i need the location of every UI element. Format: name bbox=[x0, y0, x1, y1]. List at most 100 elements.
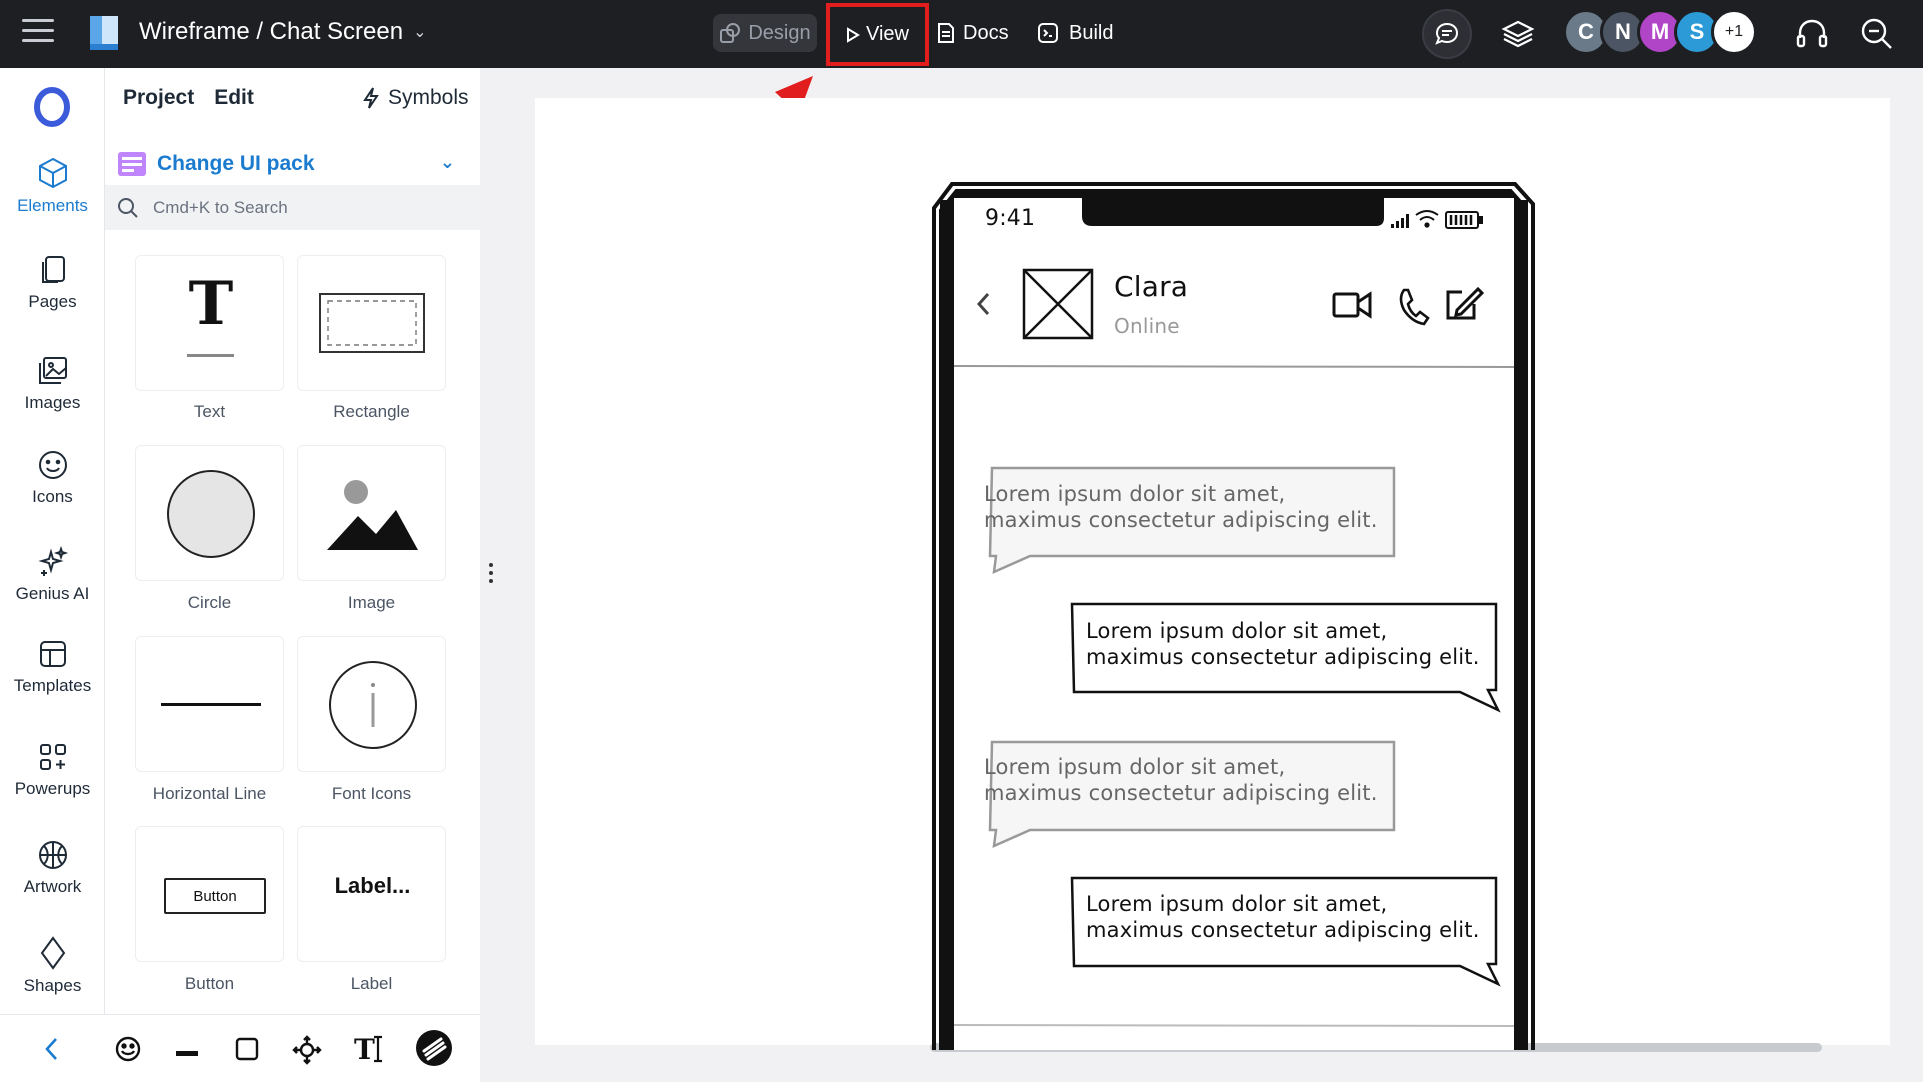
avatar-initial: S bbox=[1689, 19, 1705, 44]
lightning-icon bbox=[363, 87, 379, 109]
rail-item-label: Elements bbox=[17, 196, 88, 215]
comments-button[interactable] bbox=[1422, 9, 1472, 59]
powerups-icon bbox=[39, 744, 66, 770]
menu-icon[interactable] bbox=[22, 19, 54, 45]
image-element-icon bbox=[327, 480, 418, 550]
rail-item-pages[interactable]: Pages bbox=[0, 254, 105, 312]
avatar-initial: M bbox=[1650, 19, 1670, 44]
rail-item-powerups[interactable]: Powerups bbox=[0, 741, 105, 799]
horizontal-line-icon bbox=[161, 703, 261, 706]
tile-label: Rectangle bbox=[333, 402, 410, 421]
element-tile-circle[interactable] bbox=[135, 445, 284, 581]
rectangle-tool-icon[interactable] bbox=[233, 1035, 261, 1068]
avatar-initial: C bbox=[1578, 19, 1594, 44]
message-text: Lorem ipsum dolor sit amet, maximus cons… bbox=[984, 754, 1378, 806]
rail-item-label: Images bbox=[24, 393, 81, 412]
svg-text:T: T bbox=[189, 269, 234, 339]
rail-item-label: Genius AI bbox=[15, 584, 90, 603]
tab-project[interactable]: Project bbox=[123, 86, 194, 110]
zoom-search-icon[interactable] bbox=[1857, 14, 1897, 54]
sparkle-icon bbox=[37, 546, 68, 576]
text-element-icon: T bbox=[187, 269, 234, 357]
symbols-button[interactable]: Symbols bbox=[362, 86, 469, 110]
panel-tabs: Project Edit bbox=[123, 86, 254, 110]
element-tile-font-icons[interactable] bbox=[297, 636, 446, 772]
more-collaborators-count: +1 bbox=[1724, 23, 1744, 40]
contact-status: Online bbox=[1114, 314, 1180, 338]
tile-label: Label bbox=[350, 974, 393, 993]
elements-panel: Project Edit Symbols Change UI pack ⌄ Cm… bbox=[105, 68, 480, 1014]
collapse-panel-icon[interactable] bbox=[40, 1035, 64, 1068]
element-tile-text[interactable]: T bbox=[135, 255, 284, 391]
layers-icon[interactable] bbox=[1498, 14, 1538, 54]
contact-name: Clara bbox=[1114, 270, 1189, 303]
rail-item-label: Powerups bbox=[14, 779, 91, 798]
rail-item-elements[interactable]: Elements bbox=[0, 156, 105, 216]
rail-item-templates[interactable]: Templates bbox=[0, 638, 105, 696]
docs-mode-button[interactable]: Docs bbox=[937, 14, 1009, 52]
element-search-input[interactable]: Cmd+K to Search bbox=[105, 185, 480, 230]
emoji-tool-icon[interactable] bbox=[114, 1035, 142, 1068]
build-mode-label: Build bbox=[1069, 21, 1114, 44]
tile-label: Text bbox=[193, 402, 226, 421]
element-tile-label[interactable]: Label... bbox=[297, 826, 446, 962]
design-mode-button[interactable]: Design bbox=[713, 14, 817, 52]
more-collaborators-badge[interactable]: +1 bbox=[1711, 9, 1757, 55]
comment-icon bbox=[1435, 22, 1459, 45]
line-tool-icon[interactable] bbox=[174, 1045, 200, 1063]
artwork-icon bbox=[38, 841, 67, 869]
project-title[interactable]: Wireframe / Chat Screen ⌄ bbox=[139, 18, 427, 46]
symbols-label: Symbols bbox=[388, 86, 469, 109]
element-tile-button[interactable]: Button bbox=[135, 826, 284, 962]
label-preview: Label... bbox=[334, 873, 411, 898]
top-bar: Wireframe / Chat Screen ⌄ Design View Doc… bbox=[0, 0, 1923, 68]
design-shapes-icon bbox=[720, 23, 741, 43]
left-rail: Elements Pages Images Icons Genius AI Te… bbox=[0, 68, 105, 1014]
element-tile-horizontal-line[interactable] bbox=[135, 636, 284, 772]
rail-item-artwork[interactable]: Artwork bbox=[0, 839, 105, 897]
message-line: maximus consectetur adipiscing elit. bbox=[984, 508, 1378, 532]
app-logo-icon[interactable] bbox=[88, 14, 120, 52]
message-text: Lorem ipsum dolor sit amet, maximus cons… bbox=[1086, 891, 1480, 943]
message-line: Lorem ipsum dolor sit amet, bbox=[1086, 619, 1388, 643]
smiley-icon bbox=[38, 451, 67, 479]
tile-label: Button bbox=[184, 974, 235, 993]
element-tile-image[interactable] bbox=[297, 445, 446, 581]
message-line: Lorem ipsum dolor sit amet, bbox=[1086, 892, 1388, 916]
chevron-down-icon: ⌄ bbox=[439, 152, 455, 172]
rail-item-label: Shapes bbox=[23, 976, 82, 995]
design-mode-label: Design bbox=[748, 21, 811, 44]
search-placeholder: Cmd+K to Search bbox=[153, 197, 288, 217]
tab-edit[interactable]: Edit bbox=[214, 86, 254, 110]
sketch-style-icon[interactable] bbox=[415, 1029, 453, 1072]
avatar-initial: N bbox=[1615, 19, 1631, 44]
chevron-down-icon: ⌄ bbox=[413, 24, 427, 41]
rail-item-images[interactable]: Images bbox=[0, 355, 105, 413]
rail-item-label: Artwork bbox=[23, 877, 82, 896]
change-ui-pack-dropdown[interactable]: Change UI pack ⌄ bbox=[117, 144, 465, 184]
build-mode-button[interactable]: Build bbox=[1037, 14, 1113, 52]
button-preview: Button bbox=[164, 878, 266, 914]
rail-item-shapes[interactable]: Shapes bbox=[0, 936, 105, 996]
message-line: maximus consectetur adipiscing elit. bbox=[1086, 645, 1480, 669]
rail-item-genius-ai[interactable]: Genius AI bbox=[0, 546, 105, 604]
panel-resize-handle-icon[interactable] bbox=[489, 563, 495, 585]
rail-item-label: Icons bbox=[32, 487, 73, 506]
brand-logo-icon[interactable] bbox=[34, 87, 70, 127]
move-tool-icon[interactable] bbox=[292, 1035, 322, 1070]
templates-icon bbox=[39, 641, 66, 667]
rail-item-label: Pages bbox=[28, 292, 77, 311]
headset-icon[interactable] bbox=[1792, 14, 1832, 54]
tile-label: Circle bbox=[187, 593, 232, 612]
view-mode-label: View bbox=[866, 23, 909, 45]
cube-icon bbox=[38, 157, 67, 189]
play-icon bbox=[847, 26, 860, 43]
rail-item-icons[interactable]: Icons bbox=[0, 449, 105, 507]
text-tool-icon[interactable]: T bbox=[352, 1031, 386, 1070]
docs-mode-label: Docs bbox=[963, 21, 1009, 44]
view-mode-button[interactable]: View bbox=[826, 3, 929, 66]
tile-label: Horizontal Line bbox=[152, 784, 267, 803]
pages-icon bbox=[41, 256, 65, 283]
ui-pack-label: Change UI pack bbox=[157, 152, 315, 175]
element-tile-rectangle[interactable] bbox=[297, 255, 446, 391]
